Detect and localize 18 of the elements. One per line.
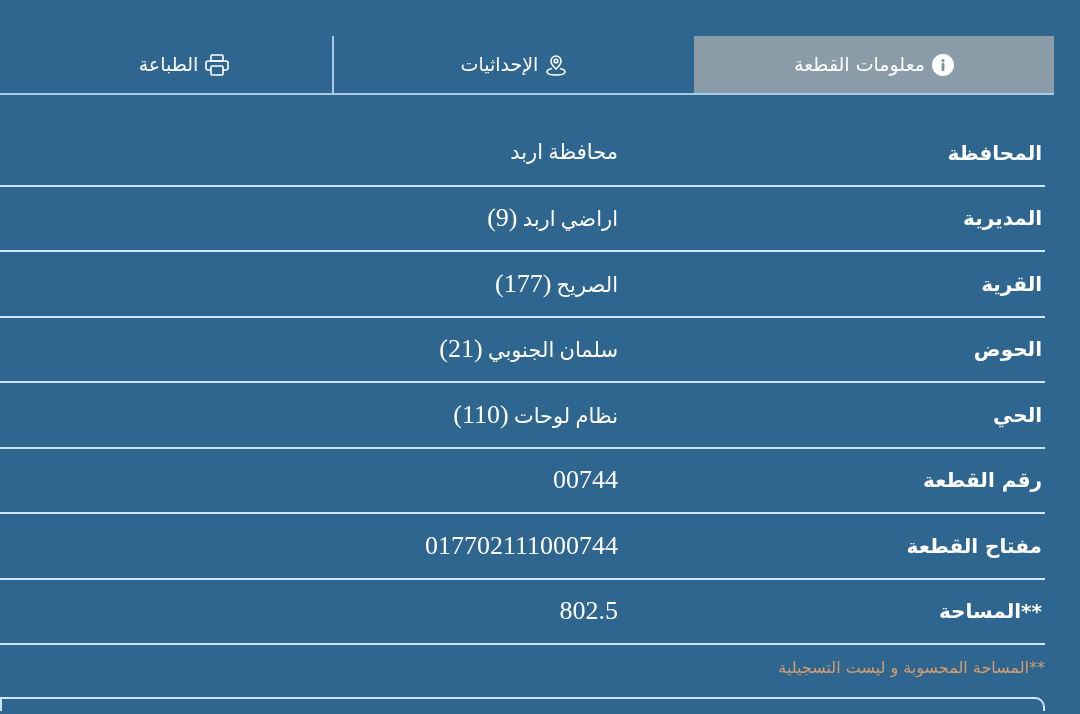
printer-icon xyxy=(205,53,230,76)
field-label: الحي xyxy=(992,401,1043,430)
field-value: محافظة اربد xyxy=(510,139,619,167)
tab[interactable]: الطباعة xyxy=(0,36,332,93)
field-value: 802.5 xyxy=(559,595,619,628)
footnote-text: **المساحة المحسوبة و ليست التسجيلية xyxy=(777,657,1045,679)
tab[interactable]: الإحداثيات xyxy=(332,36,694,93)
info-icon xyxy=(932,53,954,76)
field-value: 00744 xyxy=(553,464,619,497)
field-label: رقم القطعة xyxy=(922,467,1043,495)
field-value: 017702111000744 xyxy=(424,529,619,562)
field-label: الحوض xyxy=(972,336,1043,364)
map-pin-icon xyxy=(545,53,568,76)
field-label: **المساحة xyxy=(937,598,1043,626)
field-label: المديرية xyxy=(962,205,1043,233)
field-label: القرية xyxy=(980,270,1043,298)
field-label: المحافظة xyxy=(946,139,1043,167)
field-label: مفتاح القطعة xyxy=(905,532,1043,560)
